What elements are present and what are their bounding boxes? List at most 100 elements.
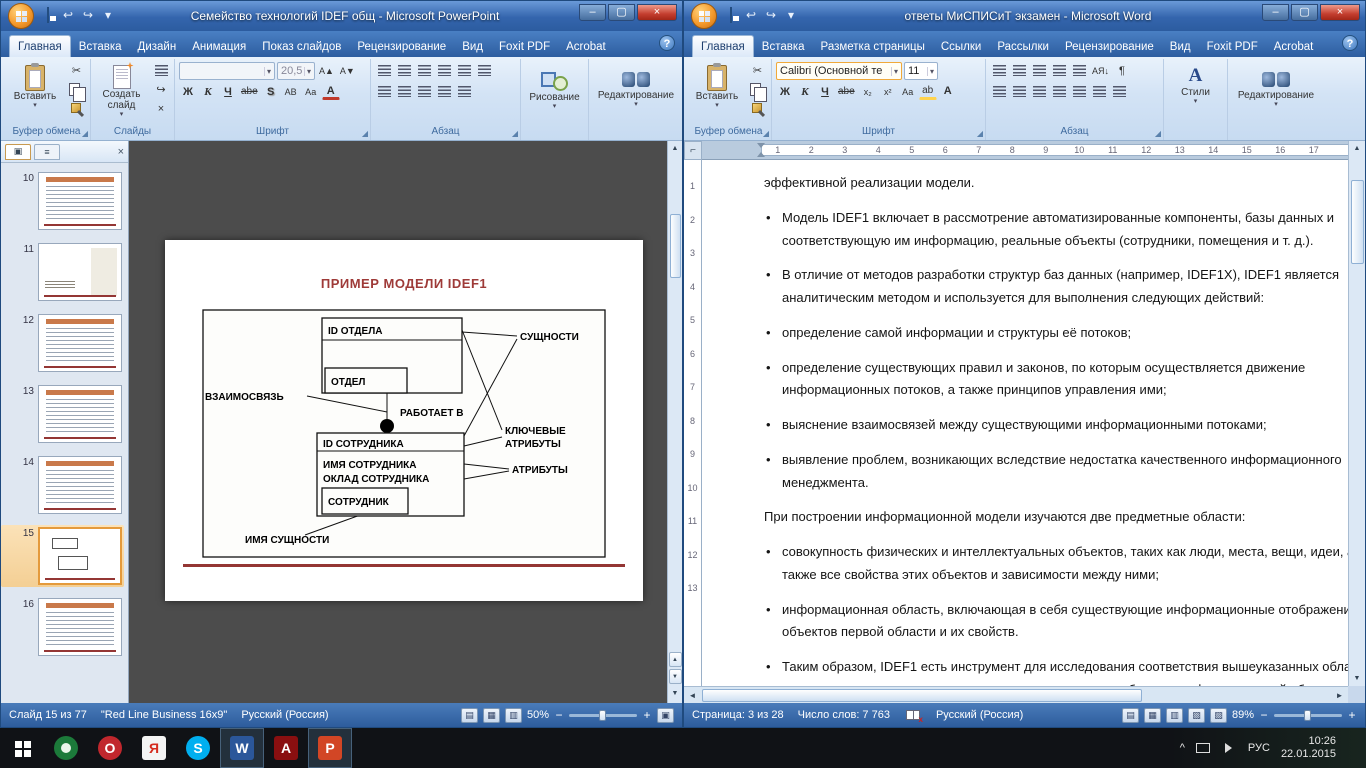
word-vertical-scrollbar[interactable]: ▲ ▼ xyxy=(1348,141,1365,686)
undo-icon[interactable]: ↩ xyxy=(742,7,760,25)
powerpoint-taskbar-icon[interactable]: P xyxy=(308,728,352,768)
align-center-icon[interactable] xyxy=(395,83,413,100)
bold-button[interactable]: Ж xyxy=(776,83,794,100)
styles-button[interactable]: А Стили ▾ xyxy=(1168,62,1223,140)
align-left-icon[interactable] xyxy=(990,83,1008,100)
scrollbar-thumb[interactable] xyxy=(670,214,681,278)
delete-slide-icon[interactable]: × xyxy=(152,100,170,117)
fullscreen-view-icon[interactable]: ▦ xyxy=(1144,708,1161,723)
tab-animation[interactable]: Анимация xyxy=(184,36,254,57)
tab-stop-selector[interactable]: ⌐ xyxy=(684,141,702,160)
justify-icon[interactable] xyxy=(435,83,453,100)
tab-home[interactable]: Главная xyxy=(692,35,754,57)
align-center-icon[interactable] xyxy=(1010,83,1028,100)
help-icon[interactable]: ? xyxy=(1342,35,1358,51)
zoom-slider-thumb[interactable] xyxy=(599,710,606,721)
font-name-select[interactable]: Calibri (Основной те ▾ xyxy=(776,62,902,80)
justify-icon[interactable] xyxy=(1050,83,1068,100)
paragraph-marks-icon[interactable]: ¶ xyxy=(1113,62,1131,79)
green-app-icon[interactable] xyxy=(44,728,88,768)
slide-thumbnail[interactable]: 14 xyxy=(1,454,124,516)
qat-dropdown-icon[interactable]: ▾ xyxy=(782,7,800,25)
drawing-button[interactable]: Рисование ▾ xyxy=(525,62,584,140)
zoom-in-icon[interactable]: + xyxy=(1347,708,1357,722)
qat-dropdown-icon[interactable]: ▾ xyxy=(99,7,117,25)
text-shadow-button[interactable]: S xyxy=(262,83,280,100)
decrease-indent-icon[interactable] xyxy=(1050,62,1068,79)
tray-expand-icon[interactable]: ^ xyxy=(1180,742,1185,754)
font-name-select[interactable]: ▾ xyxy=(179,62,275,80)
paste-button[interactable]: Вставить ▾ xyxy=(690,62,744,125)
skype-icon[interactable]: S xyxy=(176,728,220,768)
italic-button[interactable]: К xyxy=(199,83,217,100)
word-horizontal-scrollbar[interactable]: ◄ ► xyxy=(684,686,1348,703)
word-counter[interactable]: Число слов: 7 763 xyxy=(798,709,890,721)
dialog-launcher-icon[interactable]: ◢ xyxy=(763,130,769,138)
copy-icon[interactable] xyxy=(67,81,86,98)
word-document-area[interactable]: ⌐ 1234567891011121314151617 123456789101… xyxy=(684,141,1348,686)
zoom-slider[interactable] xyxy=(569,714,637,717)
tab-insert[interactable]: Вставка xyxy=(71,36,130,57)
slides-tab[interactable]: ▣ xyxy=(5,144,31,160)
slide-thumbnail[interactable]: 12 xyxy=(1,312,124,374)
line-spacing-icon[interactable] xyxy=(455,62,473,79)
increase-indent-icon[interactable] xyxy=(1070,62,1088,79)
highlight-color-icon[interactable]: ab xyxy=(919,83,937,100)
editing-button[interactable]: Редактирование ▾ xyxy=(1232,62,1320,140)
slide-thumbnail-selected[interactable]: 15 xyxy=(1,525,124,587)
display-icon[interactable] xyxy=(1196,743,1210,753)
layout-icon[interactable] xyxy=(152,62,170,79)
save-icon[interactable] xyxy=(722,7,740,25)
office-button[interactable] xyxy=(691,3,717,29)
tab-view[interactable]: Вид xyxy=(454,36,491,57)
zoom-out-icon[interactable]: − xyxy=(554,708,564,722)
acrobat-icon[interactable]: A xyxy=(264,728,308,768)
strikethrough-button[interactable]: abe xyxy=(836,83,857,100)
superscript-button[interactable]: x² xyxy=(879,83,897,100)
start-button[interactable] xyxy=(0,728,44,768)
undo-icon[interactable]: ↩ xyxy=(59,7,77,25)
normal-view-icon[interactable]: ▤ xyxy=(461,708,478,723)
bullets-icon[interactable] xyxy=(990,62,1008,79)
print-layout-view-icon[interactable]: ▤ xyxy=(1122,708,1139,723)
tab-review[interactable]: Рецензирование xyxy=(349,36,454,57)
underline-button[interactable]: Ч xyxy=(219,83,237,100)
align-right-icon[interactable] xyxy=(1030,83,1048,100)
hanging-indent-marker[interactable] xyxy=(757,148,765,157)
format-painter-icon[interactable] xyxy=(67,100,86,117)
fit-to-window-icon[interactable]: ▣ xyxy=(657,708,674,723)
increase-indent-icon[interactable] xyxy=(435,62,453,79)
subscript-button[interactable]: x₂ xyxy=(859,83,877,100)
multilevel-list-icon[interactable] xyxy=(1030,62,1048,79)
cut-icon[interactable]: ✂ xyxy=(67,62,86,79)
maximize-button[interactable]: ▢ xyxy=(608,4,635,21)
slide-editing-area[interactable]: ПРИМЕР МОДЕЛИ IDEF1 xyxy=(129,141,682,703)
grow-font-icon[interactable]: А▲ xyxy=(317,63,336,80)
zoom-level[interactable]: 50% xyxy=(527,709,549,721)
tab-foxit[interactable]: Foxit PDF xyxy=(1199,36,1266,57)
tab-review[interactable]: Рецензирование xyxy=(1057,36,1162,57)
clock[interactable]: 10:26 22.01.2015 xyxy=(1281,735,1336,761)
zoom-slider-thumb[interactable] xyxy=(1304,710,1311,721)
tab-view[interactable]: Вид xyxy=(1162,36,1199,57)
numbering-icon[interactable] xyxy=(395,62,413,79)
minimize-button[interactable]: – xyxy=(1262,4,1289,21)
page-counter[interactable]: Страница: 3 из 28 xyxy=(692,709,784,721)
tab-foxit[interactable]: Foxit PDF xyxy=(491,36,558,57)
dialog-launcher-icon[interactable]: ◢ xyxy=(82,130,88,138)
borders-icon[interactable] xyxy=(1110,83,1128,100)
scrollbar-thumb[interactable] xyxy=(1351,180,1364,264)
outline-tab[interactable]: ≡ xyxy=(34,144,60,160)
redo-icon[interactable]: ↪ xyxy=(79,7,97,25)
tab-home[interactable]: Главная xyxy=(9,35,71,57)
tab-page-layout[interactable]: Разметка страницы xyxy=(813,36,933,57)
save-icon[interactable] xyxy=(39,7,57,25)
dialog-launcher-icon[interactable]: ◢ xyxy=(362,130,368,138)
zoom-in-icon[interactable]: + xyxy=(642,708,652,722)
scroll-up-icon[interactable]: ▲ xyxy=(668,141,683,156)
slide-canvas[interactable]: ПРИМЕР МОДЕЛИ IDEF1 xyxy=(165,240,643,601)
tab-mailings[interactable]: Рассылки xyxy=(989,36,1057,57)
text-direction-icon[interactable] xyxy=(475,62,493,79)
new-slide-button[interactable]: Создать слайд ▾ xyxy=(95,62,148,125)
zoom-level[interactable]: 89% xyxy=(1232,709,1254,721)
